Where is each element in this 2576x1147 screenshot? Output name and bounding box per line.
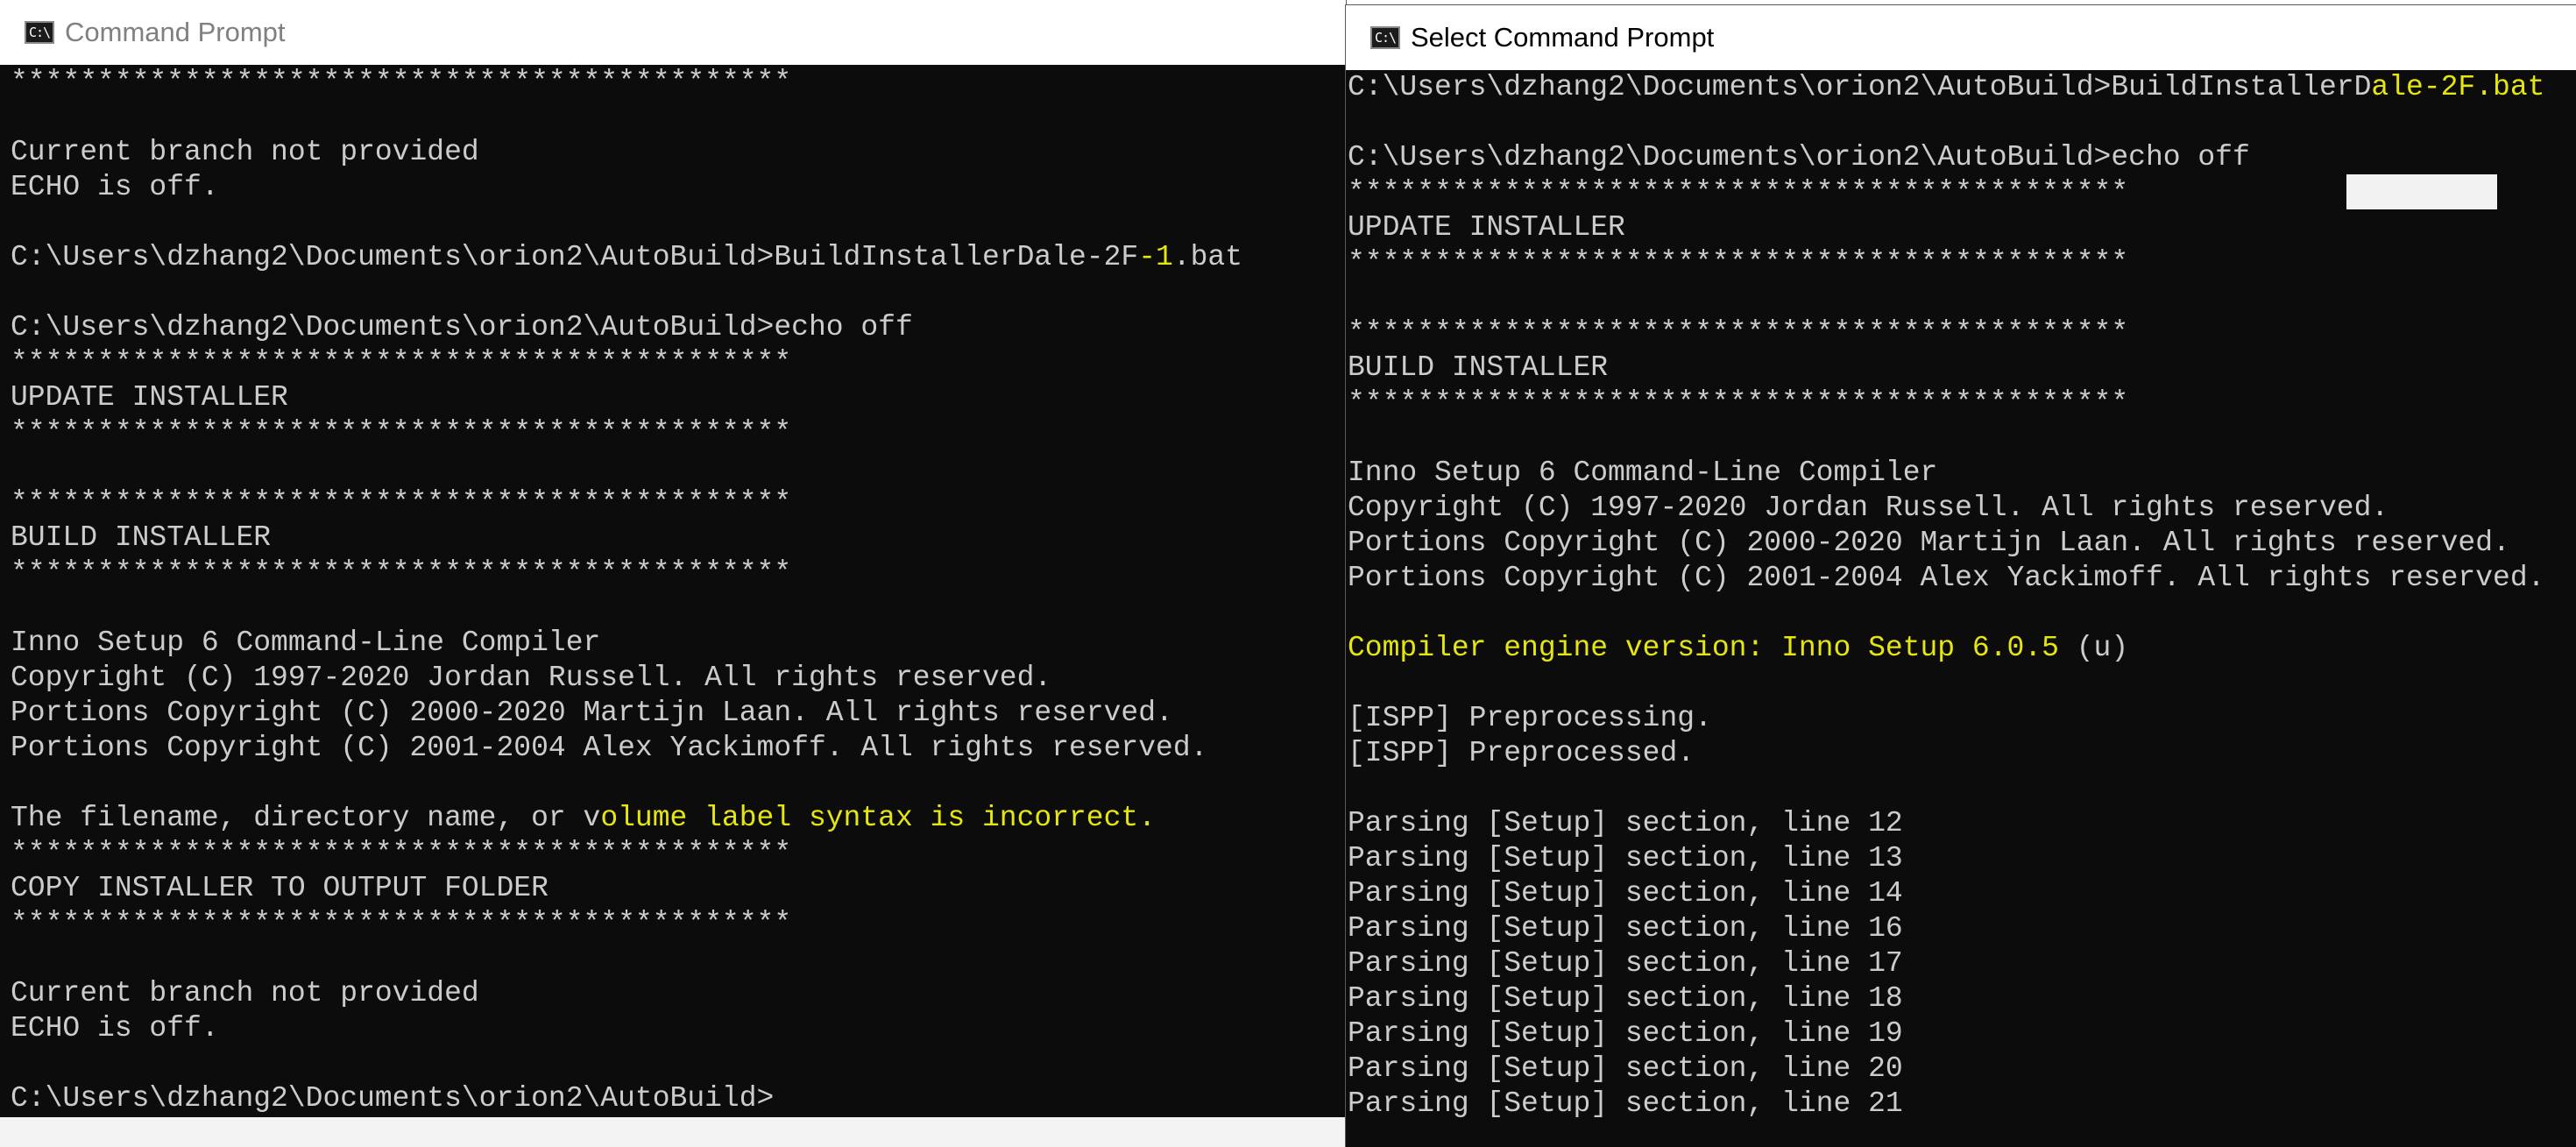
console-line: Parsing [Setup] section, line 18 bbox=[1348, 982, 1903, 1015]
console-line: UPDATE INSTALLER bbox=[1348, 211, 1625, 244]
console-line: Parsing [Setup] section, line 20 bbox=[1348, 1052, 1903, 1085]
text-selection-highlight[interactable] bbox=[2346, 174, 2497, 209]
console-line: ****************************************… bbox=[1348, 386, 2129, 419]
console-line: Parsing [Setup] section, line 16 bbox=[1348, 912, 1903, 945]
console-line: ****************************************… bbox=[1348, 246, 2129, 279]
console-line: COPY INSTALLER TO OUTPUT FOLDER bbox=[11, 872, 548, 904]
console-line: UPDATE INSTALLER bbox=[11, 381, 288, 414]
console-output[interactable]: C:\Users\dzhang2\Documents\orion2\AutoBu… bbox=[1348, 70, 2576, 1147]
console-line: [ISPP] Preprocessed. bbox=[1348, 737, 1695, 769]
console-output[interactable]: ****************************************… bbox=[11, 65, 1346, 1117]
console-line: ****************************************… bbox=[11, 416, 792, 449]
console-line: Portions Copyright (C) 2000-2020 Martijn… bbox=[1348, 527, 2510, 559]
highlighted-text: olume label syntax is incorrect. bbox=[600, 802, 1157, 834]
console-line: Inno Setup 6 Command-Line Compiler bbox=[1348, 457, 1938, 489]
console-line: Parsing [Setup] section, line 14 bbox=[1348, 877, 1903, 910]
console-line: ECHO is off. bbox=[11, 1012, 219, 1044]
console-line: Parsing [Setup] section, line 13 bbox=[1348, 842, 1903, 874]
console-line: ****************************************… bbox=[11, 486, 792, 519]
console-line: ****************************************… bbox=[11, 556, 792, 589]
console-line: Copyright (C) 1997-2020 Jordan Russell. … bbox=[1348, 492, 2389, 524]
console-line: Parsing [Setup] section, line 17 bbox=[1348, 947, 1903, 980]
console-line: Parsing [Setup] section, line 12 bbox=[1348, 807, 1903, 839]
console-line: ****************************************… bbox=[11, 66, 792, 98]
console-line: C:\Users\dzhang2\Documents\orion2\AutoBu… bbox=[11, 241, 1243, 273]
console-line: BUILD INSTALLER bbox=[1348, 351, 1609, 384]
cmd-icon: C:\ bbox=[1370, 26, 1400, 49]
console-line: Portions Copyright (C) 2001-2004 Alex Ya… bbox=[11, 732, 1208, 764]
console-line: Portions Copyright (C) 2001-2004 Alex Ya… bbox=[1348, 562, 2545, 594]
cmd-icon: C:\ bbox=[25, 21, 54, 44]
console-line: Inno Setup 6 Command-Line Compiler bbox=[11, 627, 601, 659]
command-prompt-window-right[interactable]: C:\ Select Command Prompt C:\Users\dzhan… bbox=[1346, 5, 2576, 1147]
console-line: ****************************************… bbox=[11, 907, 792, 939]
console-line: ****************************************… bbox=[11, 346, 792, 379]
console-line: Compiler engine version: Inno Setup 6.0.… bbox=[1348, 632, 2129, 664]
console-line: The filename, directory name, or volume … bbox=[11, 802, 1157, 834]
highlighted-text: -1 bbox=[1138, 241, 1173, 273]
console-line: C:\Users\dzhang2\Documents\orion2\AutoBu… bbox=[11, 1082, 775, 1115]
console-line: Copyright (C) 1997-2020 Jordan Russell. … bbox=[11, 662, 1052, 694]
title-bar[interactable]: C:\ Command Prompt bbox=[0, 0, 1346, 65]
console-line: ****************************************… bbox=[1348, 316, 2129, 349]
highlighted-text: Compiler engine version: Inno Setup 6.0.… bbox=[1348, 632, 2059, 664]
console-line: C:\Users\dzhang2\Documents\orion2\AutoBu… bbox=[1348, 71, 2545, 103]
console-line: BUILD INSTALLER bbox=[11, 521, 272, 554]
console-line: Current branch not provided bbox=[11, 977, 479, 1009]
title-bar[interactable]: C:\ Select Command Prompt bbox=[1346, 5, 2576, 70]
console-line: Parsing [Setup] section, line 19 bbox=[1348, 1017, 1903, 1050]
command-prompt-window-left[interactable]: C:\ Command Prompt *********************… bbox=[0, 0, 1346, 1117]
console-line: C:\Users\dzhang2\Documents\orion2\AutoBu… bbox=[11, 311, 913, 343]
console-line: [ISPP] Preprocessing. bbox=[1348, 702, 1712, 734]
console-line: Parsing [Setup] section, line 21 bbox=[1348, 1087, 1903, 1120]
console-line: C:\Users\dzhang2\Documents\orion2\AutoBu… bbox=[1348, 141, 2250, 173]
window-title: Select Command Prompt bbox=[1411, 22, 1715, 53]
window-title: Command Prompt bbox=[65, 17, 286, 47]
console-line: ****************************************… bbox=[11, 837, 792, 869]
console-line: Portions Copyright (C) 2000-2020 Martijn… bbox=[11, 697, 1173, 729]
background-window-strip bbox=[0, 1117, 1346, 1147]
highlighted-text: ale-2F.bat bbox=[2371, 71, 2545, 103]
console-line: ECHO is off. bbox=[11, 171, 219, 203]
console-line: Current branch not provided bbox=[11, 136, 479, 168]
